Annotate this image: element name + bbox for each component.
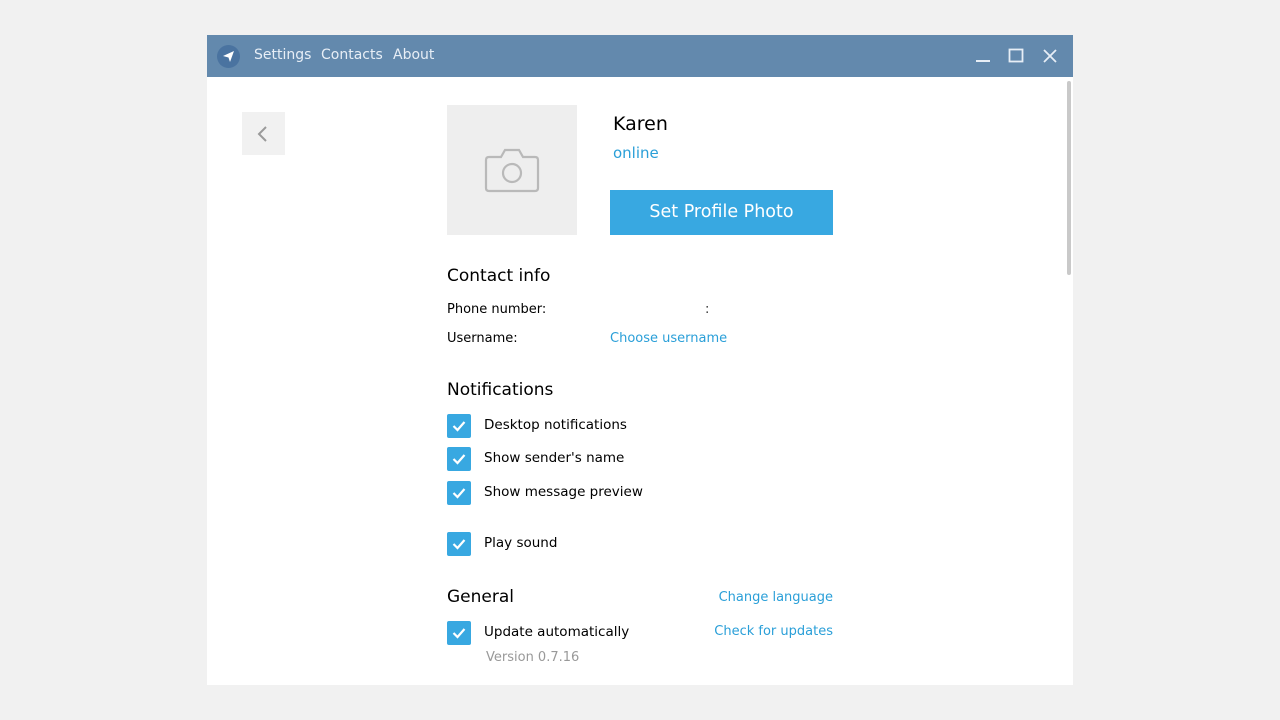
show-message-preview-checkbox[interactable]	[447, 481, 471, 505]
show-message-preview-label[interactable]: Show message preview	[484, 484, 643, 500]
show-sender-name-label[interactable]: Show sender's name	[484, 450, 624, 466]
general-title: General	[447, 587, 514, 607]
camera-icon	[484, 147, 540, 193]
minimize-button[interactable]	[972, 45, 994, 67]
minimize-icon	[972, 45, 994, 67]
desktop-notifications-label[interactable]: Desktop notifications	[484, 417, 627, 433]
username-label: Username:	[447, 331, 518, 346]
checkmark-icon	[452, 453, 466, 465]
play-sound-label[interactable]: Play sound	[484, 535, 557, 551]
app-window: Settings Contacts About	[207, 35, 1073, 685]
phone-number-label: Phone number:	[447, 302, 546, 317]
play-sound-checkbox[interactable]	[447, 532, 471, 556]
menu-about[interactable]: About	[393, 47, 434, 63]
profile-status: online	[613, 144, 659, 162]
change-language-link[interactable]: Change language	[703, 590, 833, 605]
set-profile-photo-button[interactable]: Set Profile Photo	[610, 190, 833, 235]
version-label: Version 0.7.16	[486, 650, 579, 665]
update-automatically-checkbox[interactable]	[447, 621, 471, 645]
show-sender-name-checkbox[interactable]	[447, 447, 471, 471]
profile-photo[interactable]	[447, 105, 577, 235]
desktop-notifications-checkbox[interactable]	[447, 414, 471, 438]
back-button[interactable]	[242, 112, 285, 155]
maximize-icon	[1005, 45, 1027, 67]
telegram-logo-icon	[217, 45, 240, 68]
check-for-updates-link[interactable]: Check for updates	[693, 624, 833, 639]
scrollbar[interactable]	[1065, 77, 1073, 685]
close-icon	[1039, 45, 1061, 67]
maximize-button[interactable]	[1005, 45, 1027, 67]
menu-settings[interactable]: Settings	[254, 47, 311, 63]
title-bar: Settings Contacts About	[207, 35, 1073, 77]
profile-name: Karen	[613, 113, 668, 135]
checkmark-icon	[452, 538, 466, 550]
checkmark-icon	[452, 487, 466, 499]
menu-contacts[interactable]: Contacts	[321, 47, 383, 63]
scrollbar-thumb[interactable]	[1067, 81, 1071, 275]
chevron-left-icon	[256, 125, 270, 143]
close-button[interactable]	[1039, 45, 1061, 67]
choose-username-link[interactable]: Choose username	[610, 331, 727, 346]
contact-info-title: Contact info	[447, 266, 550, 286]
notifications-title: Notifications	[447, 380, 553, 400]
checkmark-icon	[452, 420, 466, 432]
checkmark-icon	[452, 627, 466, 639]
phone-number-value: :	[705, 302, 709, 317]
update-automatically-label[interactable]: Update automatically	[484, 624, 629, 640]
